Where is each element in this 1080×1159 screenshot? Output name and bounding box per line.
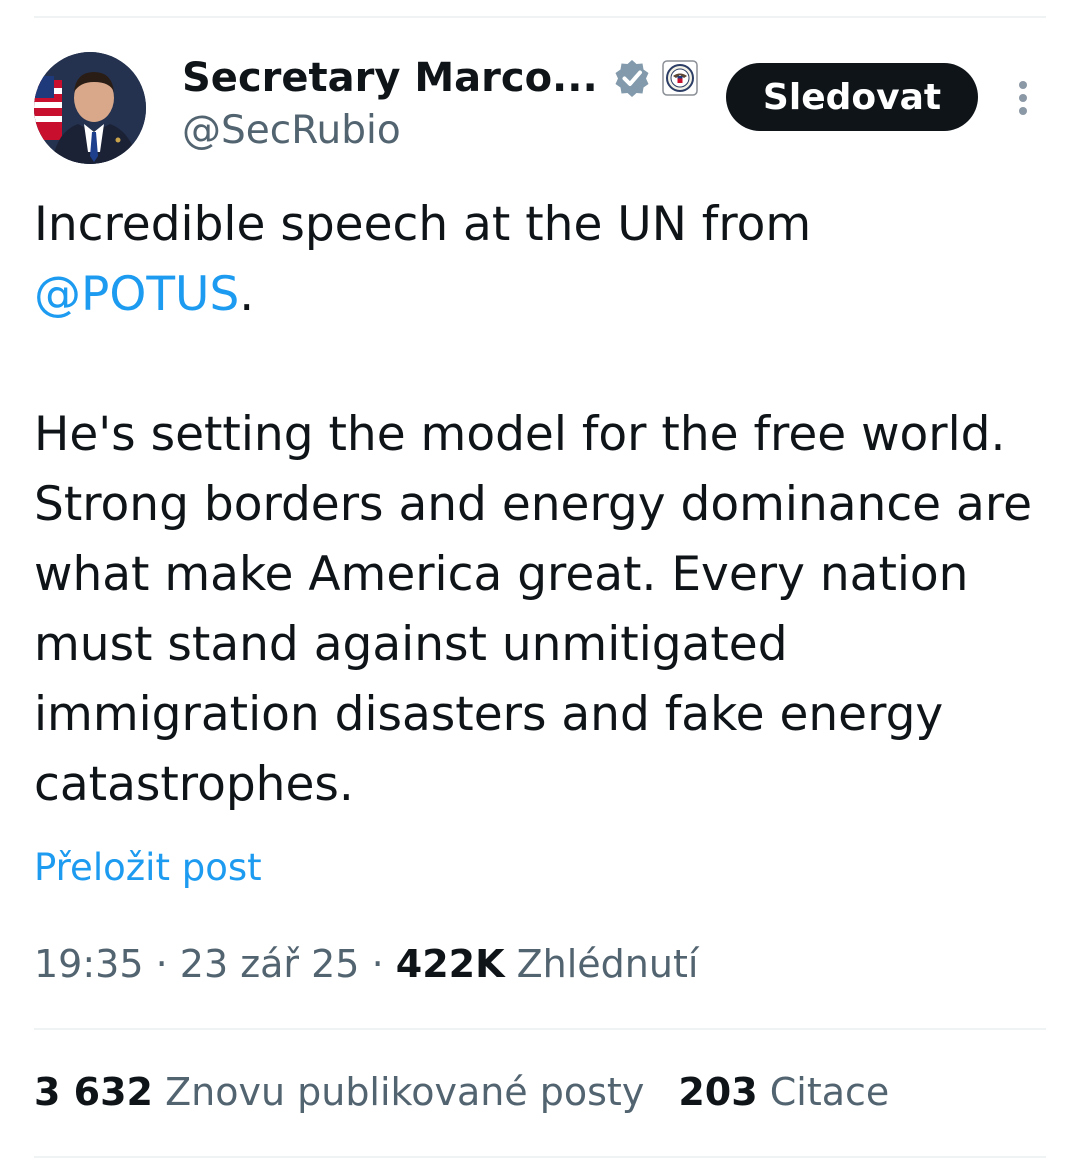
quotes-label: Citace bbox=[769, 1070, 890, 1114]
name-block: Secretary Marco... @SecRubio bbox=[182, 54, 698, 153]
reposts-count: 3 632 bbox=[34, 1070, 153, 1114]
state-department-seal-icon[interactable] bbox=[661, 60, 698, 96]
reposts-label: Znovu publikované posty bbox=[165, 1070, 645, 1114]
divider bbox=[34, 1156, 1046, 1158]
post-meta: 19:35 · 23 zář 25 · 422K Zhlédnutí bbox=[34, 942, 698, 986]
tweet-text: Incredible speech at the UN from @POTUS.… bbox=[34, 190, 1054, 820]
name-row: Secretary Marco... bbox=[182, 54, 698, 102]
tweet-paragraph-1: Incredible speech at the UN from @POTUS. bbox=[34, 190, 1054, 330]
display-name[interactable]: Secretary Marco... bbox=[182, 55, 598, 101]
meta-separator: · bbox=[143, 942, 180, 986]
mention-suffix: . bbox=[239, 267, 255, 322]
handle[interactable]: @SecRubio bbox=[182, 108, 698, 153]
top-divider bbox=[34, 16, 1046, 18]
views-label: Zhlédnutí bbox=[516, 942, 699, 986]
tweet-paragraph-2: He's setting the model for the free worl… bbox=[34, 407, 1033, 812]
tweet-header: Secretary Marco... @SecRubio Sledovat bbox=[34, 52, 1046, 167]
reposts-stat[interactable]: 3 632 Znovu publikované posty bbox=[34, 1070, 644, 1114]
more-vertical-icon[interactable] bbox=[1006, 76, 1040, 120]
meta-separator: · bbox=[359, 942, 396, 986]
post-date[interactable]: 23 zář 25 bbox=[180, 942, 360, 986]
mention-link[interactable]: @POTUS bbox=[34, 267, 239, 322]
verified-badge-icon[interactable] bbox=[612, 58, 652, 98]
divider bbox=[34, 1028, 1046, 1030]
views-count: 422K bbox=[395, 942, 505, 986]
follow-button[interactable]: Sledovat bbox=[726, 63, 978, 131]
avatar[interactable] bbox=[34, 52, 146, 164]
tweet-line-1: Incredible speech at the UN from bbox=[34, 197, 812, 252]
quotes-stat[interactable]: 203 Citace bbox=[678, 1070, 889, 1114]
post-stats: 3 632 Znovu publikované posty 203 Citace bbox=[34, 1070, 889, 1114]
post-time[interactable]: 19:35 bbox=[34, 942, 144, 986]
quotes-count: 203 bbox=[678, 1070, 758, 1114]
translate-post-link[interactable]: Přeložit post bbox=[34, 846, 262, 889]
